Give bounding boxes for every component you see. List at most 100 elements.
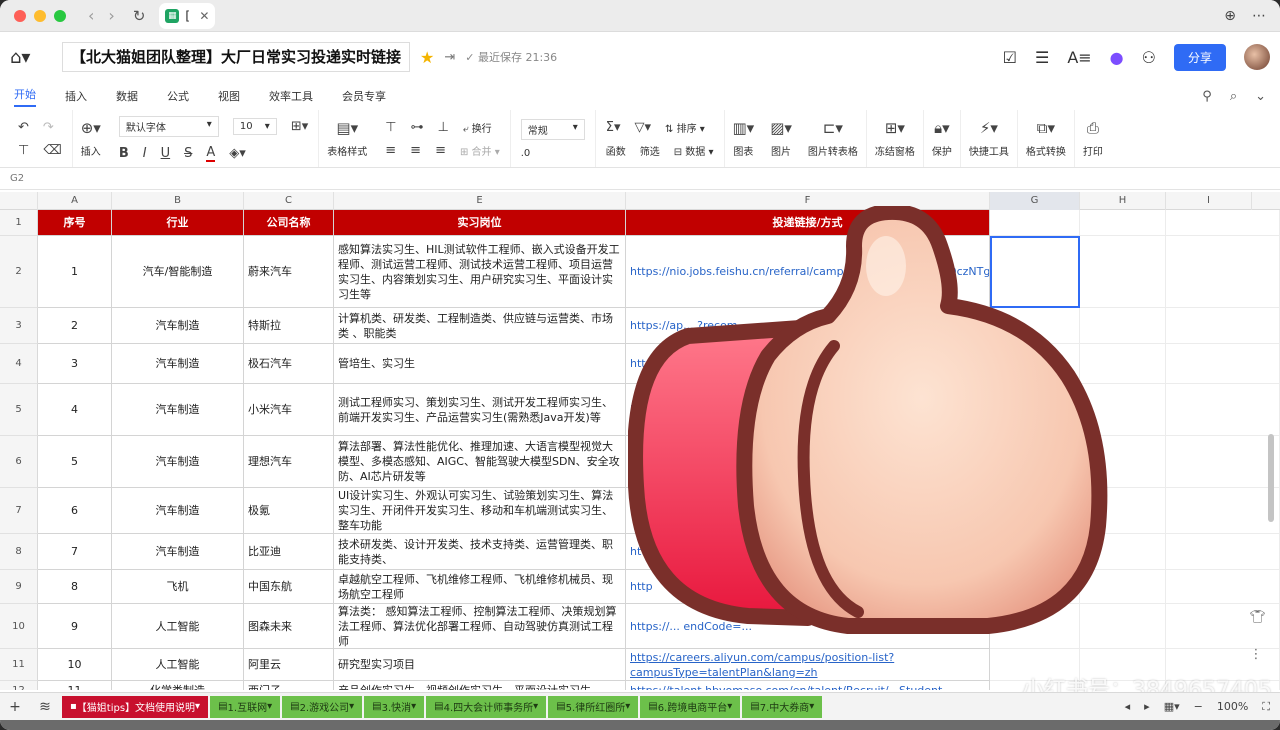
freeze-panes-button[interactable]: ⊞▾ 冻结窗格 — [867, 110, 924, 167]
cell-industry[interactable]: 汽车制造 — [112, 534, 244, 570]
browser-tab[interactable]: ▦ [ ✕ — [159, 2, 216, 29]
home-icon[interactable]: ⌂▾ — [10, 47, 50, 68]
cell-position[interactable]: 算法类： 感知算法工程师、控制算法工程师、决策规划算法工程师、算法优化部署工程师… — [334, 604, 626, 649]
scroll-left-icon[interactable]: ◂ — [1125, 700, 1131, 713]
cell-index[interactable]: 2 — [38, 308, 112, 344]
menu-icon[interactable]: ☰ — [1035, 48, 1049, 67]
image-to-table-button[interactable]: ⊏▾ 图片转表格 — [800, 110, 867, 167]
cell-link[interactable]: ht — [626, 534, 990, 570]
cell-position[interactable]: 测试工程师实习、策划实习生、测试开发工程师实习生、前端开发实习生、产品运营实习生… — [334, 384, 626, 436]
wrap-button[interactable]: ⤶ 换行 — [463, 120, 492, 135]
eraser-icon[interactable]: ⌫ — [43, 143, 61, 158]
cell-company[interactable]: 图森未来 — [244, 604, 334, 649]
share-button[interactable]: 分享 — [1173, 43, 1226, 71]
chevron-down-icon[interactable]: ▾ — [195, 701, 200, 712]
font-size-icon[interactable]: A≡ — [1067, 48, 1091, 67]
cell-industry[interactable]: 汽车制造 — [112, 436, 244, 488]
fill-color-icon[interactable]: ◈▾ — [229, 146, 246, 161]
scroll-right-icon[interactable]: ▸ — [1144, 700, 1150, 713]
row-header[interactable]: 10 — [0, 604, 38, 649]
cell-industry[interactable]: 汽车/智能制造 — [112, 236, 244, 308]
empty-cell[interactable] — [1080, 534, 1166, 570]
sheet-tab[interactable]: ▤ 1.互联网 ▾ — [210, 695, 281, 718]
cell-industry[interactable]: 汽车制造 — [112, 344, 244, 384]
format-convert-button[interactable]: ⧉▾ 格式转换 — [1018, 110, 1075, 167]
header-cell-company[interactable]: 公司名称 — [244, 210, 334, 236]
cell-link[interactable]: N — [626, 384, 990, 436]
insert-button[interactable]: ⊕▾ 插入 — [73, 110, 109, 167]
empty-cell[interactable] — [1166, 384, 1280, 436]
row-header[interactable]: 4 — [0, 344, 38, 384]
chevron-down-icon[interactable]: ▾ — [625, 701, 630, 712]
cell-position[interactable]: 计算机类、研发类、工程制造类、供应链与运营类、市场类 、职能类 — [334, 308, 626, 344]
header-cell-link[interactable]: 投递链接/方式 — [626, 210, 990, 236]
empty-cell[interactable] — [1080, 344, 1166, 384]
minimize-window-button[interactable] — [34, 9, 46, 22]
empty-cell[interactable] — [990, 570, 1080, 604]
empty-cell[interactable] — [990, 534, 1080, 570]
empty-cell[interactable] — [990, 308, 1080, 344]
row-header[interactable]: 6 — [0, 436, 38, 488]
quick-tools-button[interactable]: ⚡▾ 快捷工具 — [961, 110, 1018, 167]
more-vertical-icon[interactable]: ⋮ — [1249, 647, 1266, 662]
sort-button[interactable]: ⇅ 排序 ▾ — [665, 120, 705, 135]
cell-position[interactable]: 感知算法实习生、HIL测试软件工程师、嵌入式设备开发工程师、测试运营工程师、测试… — [334, 236, 626, 308]
sheet-tab[interactable]: ▤ 4.四大会计师事务所 ▾ — [426, 695, 547, 718]
cell-industry[interactable]: 人工智能 — [112, 604, 244, 649]
align-left-icon[interactable]: ≡ — [385, 143, 396, 158]
empty-cell[interactable] — [990, 344, 1080, 384]
column-header-g[interactable]: G — [990, 192, 1080, 210]
data-button[interactable]: ⊟ 数据 ▾ — [674, 143, 714, 158]
format-brush-icon[interactable]: ⊤ — [18, 143, 29, 158]
filter-icon[interactable]: ▽▾ — [634, 120, 651, 135]
chevron-down-icon[interactable]: ▾ — [809, 701, 814, 712]
cell-industry[interactable]: 汽车制造 — [112, 488, 244, 534]
merge-button[interactable]: ⊞ 合并 ▾ — [460, 143, 500, 158]
cell-index[interactable]: 11 — [38, 681, 112, 690]
empty-cell[interactable] — [1166, 436, 1280, 488]
tab-member-exclusive[interactable]: 会员专享 — [342, 88, 386, 104]
ai-assistant-icon[interactable]: ● — [1110, 48, 1124, 67]
cell-link[interactable]: https://careers.aliyun.com/campus/positi… — [626, 649, 990, 681]
row-header[interactable]: 7 — [0, 488, 38, 534]
align-center-icon[interactable]: ≡ — [410, 143, 421, 158]
empty-cell[interactable] — [1166, 210, 1280, 236]
empty-cell[interactable] — [990, 604, 1080, 649]
cell-company[interactable]: 西门子 — [244, 681, 334, 690]
cell-index[interactable]: 10 — [38, 649, 112, 681]
column-header-a[interactable]: A — [38, 192, 112, 210]
sheet-list-icon[interactable]: ≋ — [30, 699, 60, 715]
cell-link[interactable]: https://ap... ?recom... — [626, 308, 990, 344]
cell-company[interactable]: 理想汽车 — [244, 436, 334, 488]
cell-position[interactable]: 卓越航空工程师、飞机维修工程师、飞机维修机械员、现场航空工程师 — [334, 570, 626, 604]
column-header-f[interactable]: F — [626, 192, 990, 210]
star-icon[interactable]: ★ — [420, 48, 434, 67]
sheet-tab[interactable]: ▤ 3.快消 ▾ — [364, 695, 425, 718]
select-all-corner[interactable] — [0, 192, 38, 210]
cell-industry[interactable]: 化学类制造 — [112, 681, 244, 690]
tab-close-icon[interactable]: ✕ — [199, 9, 209, 23]
view-mode-icon[interactable]: ▦▾ — [1164, 700, 1180, 713]
cell-industry[interactable]: 汽车制造 — [112, 384, 244, 436]
strikethrough-icon[interactable]: S — [184, 146, 192, 161]
cell-index[interactable]: 7 — [38, 534, 112, 570]
cell-index[interactable]: 6 — [38, 488, 112, 534]
tab-view[interactable]: 视图 — [218, 88, 240, 104]
empty-cell[interactable] — [990, 488, 1080, 534]
sheet-tab[interactable]: ▤ 2.游戏公司 ▾ — [282, 695, 363, 718]
back-icon[interactable]: ‹ — [88, 6, 94, 25]
row-header[interactable]: 3 — [0, 308, 38, 344]
cell-industry[interactable]: 飞机 — [112, 570, 244, 604]
print-button[interactable]: ⎙ 打印 — [1075, 110, 1111, 167]
empty-cell[interactable] — [1080, 210, 1166, 236]
close-window-button[interactable] — [14, 9, 26, 22]
cell-index[interactable]: 4 — [38, 384, 112, 436]
row-header[interactable]: 8 — [0, 534, 38, 570]
row-header[interactable]: 5 — [0, 384, 38, 436]
sum-icon[interactable]: Σ▾ — [606, 120, 621, 135]
header-cell-industry[interactable]: 行业 — [112, 210, 244, 236]
header-cell-index[interactable]: 序号 — [38, 210, 112, 236]
empty-cell[interactable] — [1166, 236, 1280, 308]
cell-position[interactable]: 技术研发类、设计开发类、技术支持类、运营管理类、职能支持类、 — [334, 534, 626, 570]
empty-cell[interactable] — [1166, 570, 1280, 604]
